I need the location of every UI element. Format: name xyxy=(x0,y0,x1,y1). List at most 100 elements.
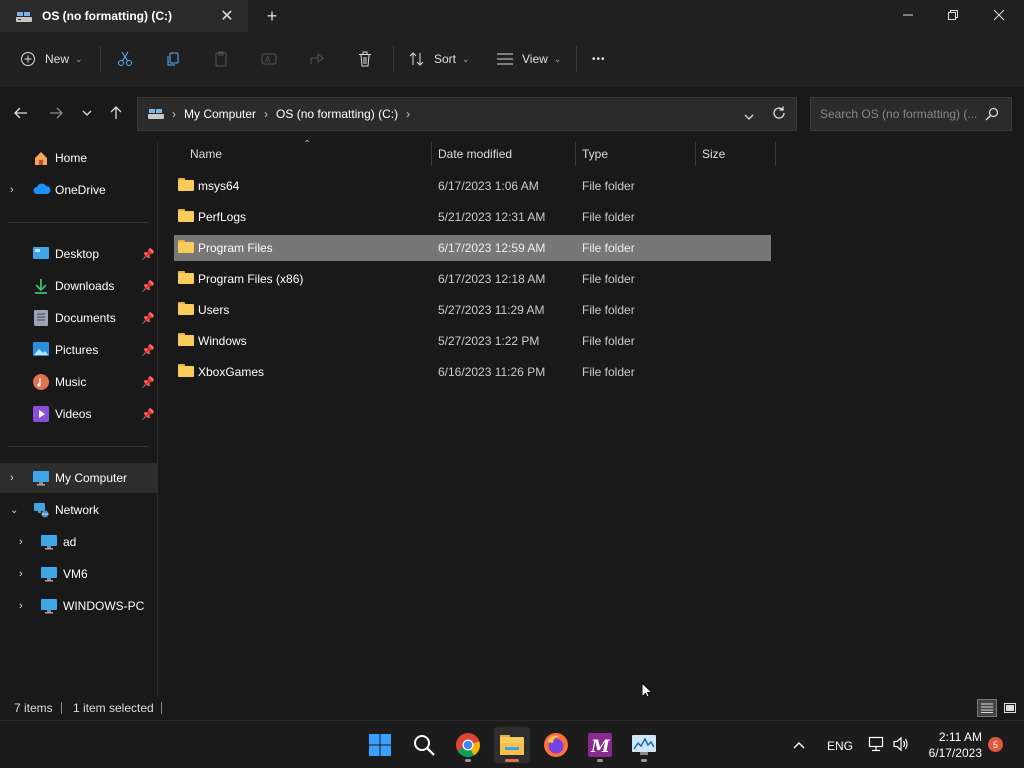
new-tab-button[interactable]: + xyxy=(262,6,282,26)
column-header-name[interactable]: Name xyxy=(190,142,222,166)
sidebar-item-ad[interactable]: › ad xyxy=(0,527,157,557)
view-button[interactable]: View ⌄ xyxy=(496,44,561,74)
breadcrumb-my-computer[interactable]: My Computer xyxy=(184,107,256,121)
chevron-down-icon: ⌄ xyxy=(553,53,562,64)
column-header-date[interactable]: Date modified xyxy=(438,142,512,166)
column-divider[interactable] xyxy=(775,142,776,166)
command-bar: New ⌄ A Sort ⌄ View ⌄ ••• xyxy=(0,32,1024,86)
address-bar[interactable]: › My Computer › OS (no formatting) (C:) … xyxy=(137,97,797,131)
minimize-button[interactable] xyxy=(885,0,931,30)
details-view-icon xyxy=(981,703,993,713)
delete-button[interactable] xyxy=(356,44,374,74)
sidebar-item-documents[interactable]: Documents 📌 xyxy=(0,303,157,333)
sidebar-item-music[interactable]: Music 📌 xyxy=(0,367,157,397)
file-explorer-app-button[interactable] xyxy=(494,727,530,763)
column-divider[interactable] xyxy=(431,142,432,166)
column-header-size[interactable]: Size xyxy=(702,142,725,166)
navigation-pane: Home › OneDrive Desktop 📌 Downloads 📌 Do… xyxy=(0,142,158,696)
chrome-app-button[interactable] xyxy=(450,727,486,763)
resource-monitor-app-button[interactable] xyxy=(626,727,662,763)
m-app-button[interactable]: M xyxy=(582,727,618,763)
desktop-icon xyxy=(33,246,49,262)
sidebar-item-windows-pc[interactable]: › WINDOWS-PC xyxy=(0,591,157,621)
sidebar-item-label: OneDrive xyxy=(55,183,106,197)
sidebar-item-vm6[interactable]: › VM6 xyxy=(0,559,157,589)
sort-button[interactable]: Sort ⌄ xyxy=(408,44,470,74)
chevron-down-icon[interactable]: ⌄ xyxy=(10,505,18,516)
tab-os-drive[interactable]: OS (no formatting) (C:) ✕ xyxy=(0,0,248,32)
refresh-button[interactable] xyxy=(772,106,786,123)
table-row[interactable]: XboxGames 6/16/2023 11:26 PM File folder xyxy=(174,359,771,385)
m-logo-icon: M xyxy=(588,733,612,757)
table-row[interactable]: PerfLogs 5/21/2023 12:31 AM File folder xyxy=(174,204,771,230)
drive-icon xyxy=(16,9,32,23)
large-icons-view-button[interactable] xyxy=(1000,699,1020,717)
arrow-up-icon xyxy=(110,106,122,119)
share-button[interactable] xyxy=(308,44,326,74)
sidebar-item-downloads[interactable]: Downloads 📌 xyxy=(0,271,157,301)
forward-button[interactable] xyxy=(45,102,67,124)
show-hidden-icons-button[interactable] xyxy=(788,735,810,755)
clock[interactable]: 2:11 AM 6/17/2023 xyxy=(920,729,982,761)
column-header-type[interactable]: Type xyxy=(582,142,608,166)
arrow-left-icon xyxy=(14,107,27,119)
table-row[interactable]: msys64 6/17/2023 1:06 AM File folder xyxy=(174,173,771,199)
chevron-right-icon[interactable]: › xyxy=(19,568,23,580)
language-indicator[interactable]: ENG xyxy=(827,739,853,753)
sidebar-item-videos[interactable]: Videos 📌 xyxy=(0,399,157,429)
divider xyxy=(8,222,148,223)
chevron-right-icon[interactable]: › xyxy=(10,184,14,196)
sidebar-item-my-computer[interactable]: › My Computer xyxy=(0,463,157,493)
sidebar-item-desktop[interactable]: Desktop 📌 xyxy=(0,239,157,269)
up-button[interactable] xyxy=(105,102,127,124)
table-row-selected[interactable]: Program Files 6/17/2023 12:59 AM File fo… xyxy=(174,235,771,261)
search-taskbar-button[interactable] xyxy=(406,727,442,763)
details-view-button[interactable] xyxy=(977,699,997,717)
chevron-right-icon[interactable]: › xyxy=(10,472,14,484)
search-input[interactable]: Search OS (no formatting) (... xyxy=(810,97,1012,131)
copy-button[interactable] xyxy=(164,44,182,74)
chevron-right-icon[interactable]: › xyxy=(19,536,23,548)
file-date: 5/27/2023 11:29 AM xyxy=(438,303,545,317)
item-count: 7 items xyxy=(14,701,53,715)
close-tab-button[interactable]: ✕ xyxy=(218,7,236,25)
breadcrumb-os-drive[interactable]: OS (no formatting) (C:) xyxy=(276,107,398,121)
sidebar-item-pictures[interactable]: Pictures 📌 xyxy=(0,335,157,365)
new-button[interactable]: New ⌄ xyxy=(20,44,83,74)
sidebar-item-home[interactable]: Home xyxy=(0,143,157,173)
close-window-button[interactable] xyxy=(976,0,1022,30)
restore-button[interactable] xyxy=(930,0,976,30)
paste-button[interactable] xyxy=(212,44,230,74)
new-label: New xyxy=(45,52,70,66)
computer-icon xyxy=(41,534,57,550)
divider xyxy=(100,46,101,72)
sidebar-item-network[interactable]: ⌄ Network xyxy=(0,495,157,525)
sidebar-item-label: My Computer xyxy=(55,471,128,485)
network-status-icon[interactable] xyxy=(867,736,885,755)
table-row[interactable]: Program Files (x86) 6/17/2023 12:18 AM F… xyxy=(174,266,771,292)
pin-icon: 📌 xyxy=(141,344,155,357)
file-name: msys64 xyxy=(198,179,240,193)
table-row[interactable]: Users 5/27/2023 11:29 AM File folder xyxy=(174,297,771,323)
cut-button[interactable] xyxy=(116,44,134,74)
address-dropdown-button[interactable] xyxy=(744,109,754,123)
notification-badge[interactable]: 5 xyxy=(988,737,1003,752)
back-button[interactable] xyxy=(10,102,32,124)
more-options-button[interactable]: ••• xyxy=(592,44,606,74)
sidebar-item-label: Documents xyxy=(55,311,116,325)
table-row[interactable]: Windows 5/27/2023 1:22 PM File folder xyxy=(174,328,771,354)
chevron-up-icon xyxy=(793,742,805,749)
running-indicator xyxy=(641,759,647,762)
folder-icon xyxy=(178,302,194,315)
volume-icon[interactable] xyxy=(892,736,910,755)
recent-locations-button[interactable] xyxy=(76,102,98,124)
start-button[interactable] xyxy=(362,727,398,763)
column-divider[interactable] xyxy=(575,142,576,166)
share-icon xyxy=(310,52,324,64)
column-divider[interactable] xyxy=(695,142,696,166)
sidebar-item-onedrive[interactable]: › OneDrive xyxy=(0,175,157,205)
rename-button[interactable]: A xyxy=(260,44,278,74)
firefox-app-button[interactable] xyxy=(538,727,574,763)
active-indicator xyxy=(505,759,519,762)
chevron-right-icon[interactable]: › xyxy=(19,600,23,612)
